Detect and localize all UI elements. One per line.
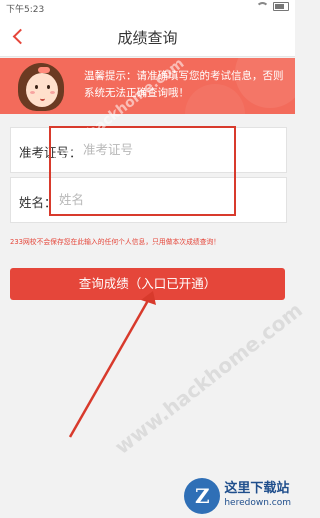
cartoon-girl-illustration [10,63,72,114]
page-title: 成绩查询 [117,29,178,47]
privacy-notice: 233网校不会保存您在此输入的任何个人信息，只用做本次成绩查询！ [10,238,221,246]
watermark-logo-icon: Z [184,478,221,514]
query-score-button[interactable]: 查询成绩（入口已开通） [10,268,285,300]
watermark-logo-cn: 这里下载站 [224,481,290,496]
status-time: 下午5:23 [6,5,45,15]
banner-tip-text: 温馨提示：请准确填写您的考试信息，否则系统无法正确查询哦！ [84,70,284,99]
watermark-diagonal-text: www.hackhome.com [110,297,307,459]
wifi-icon [256,2,269,11]
status-icons [256,2,289,11]
tip-banner: 温馨提示：请准确填写您的考试信息，否则系统无法正确查询哦！ [0,58,295,114]
watermark-logo-en: heredown.com [224,498,291,508]
battery-icon [273,2,289,11]
watermark-logo: Z 这里下载站 heredown.com [184,478,291,514]
status-bar: 下午5:23 [0,0,295,16]
nav-bar: 成绩查询 [0,16,295,57]
annotation-highlight-box [49,126,236,216]
